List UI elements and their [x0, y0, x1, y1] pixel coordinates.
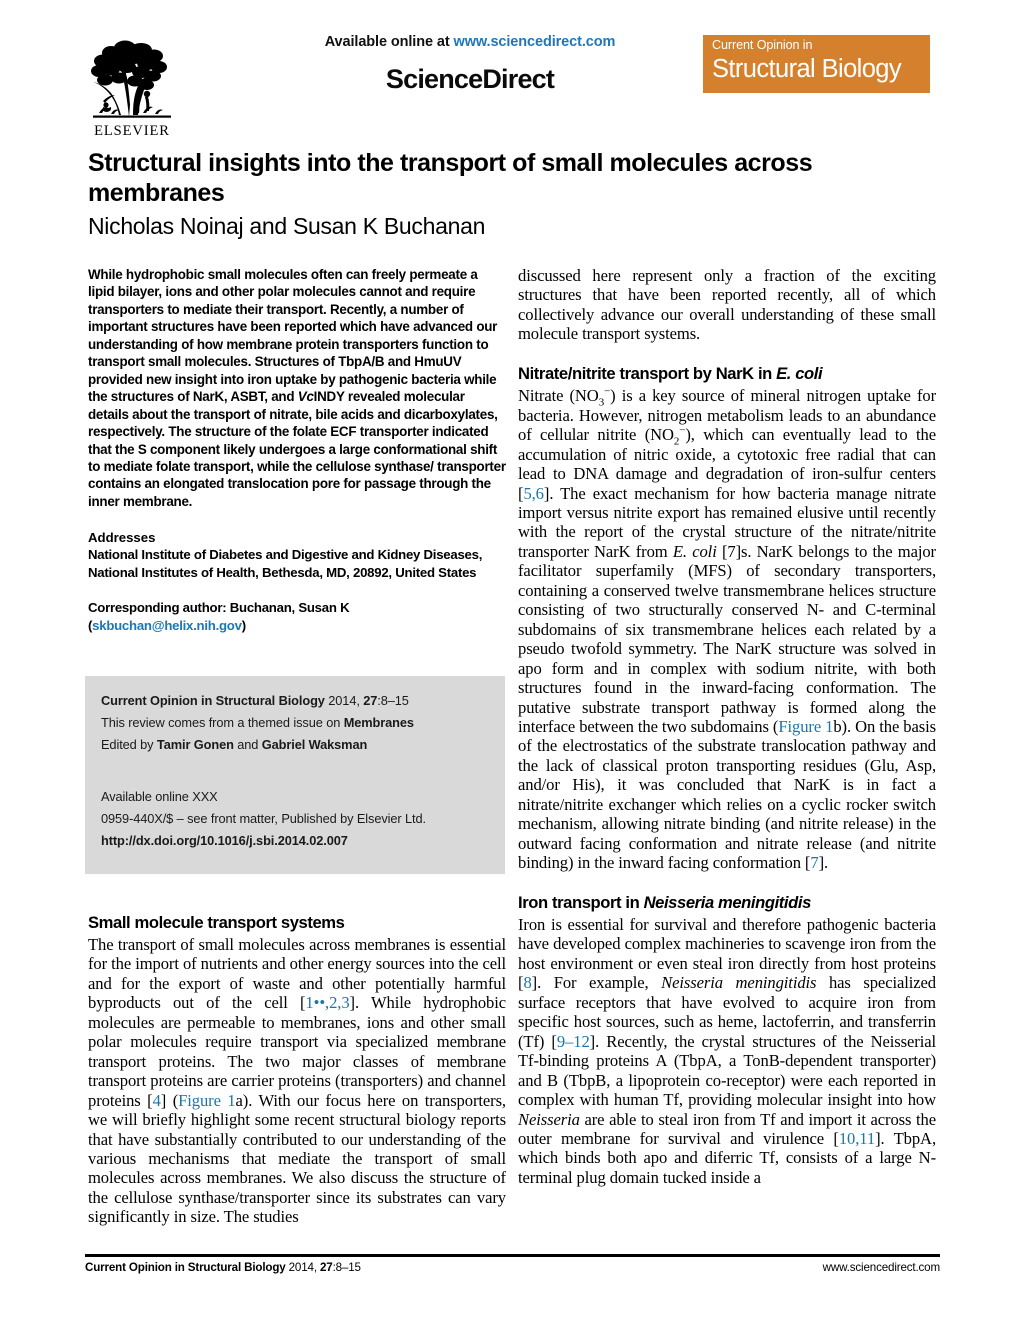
nark-italic-ecoli: E. coli	[672, 541, 717, 561]
footer-pages: :8–15	[332, 1261, 361, 1274]
article-authors: Nicholas Noinaj and Susan K Buchanan	[88, 213, 486, 239]
figure-ref-1b[interactable]: Figure 1	[778, 717, 833, 736]
citation-ref-8[interactable]: 8	[523, 973, 531, 992]
available-online-line: Available online at www.sciencedirect.co…	[260, 34, 680, 50]
footer-year: 2014,	[285, 1261, 320, 1274]
info-themed-prefix: This review comes from a themed issue on	[101, 715, 344, 730]
citation-ref-9-12[interactable]: 9–12	[557, 1032, 590, 1051]
info-citation-pages: :8–15	[377, 693, 409, 708]
info-editor-one: Tamir Gonen	[156, 737, 234, 752]
nark-g: ].	[818, 853, 829, 873]
left-column: While hydrophobic small molecules often …	[88, 266, 506, 634]
elsevier-wordmark: ELSEVIER	[94, 122, 170, 139]
info-editors: Edited by Tamir Gonen and Gabriel Waksma…	[101, 734, 489, 756]
corresponding-author: Corresponding author: Buchanan, Susan K …	[88, 599, 506, 634]
corresponding-email-link[interactable]: skbuchan@helix.nih.gov	[92, 618, 242, 633]
nark-a: Nitrate (NO	[518, 386, 599, 406]
paragraph-iron: Iron is essential for survival and there…	[518, 915, 936, 1187]
footer-citation: Current Opinion in Structural Biology 20…	[85, 1261, 361, 1274]
figure-ref-1a[interactable]: Figure 1	[178, 1091, 236, 1110]
iron-b: ]. For example,	[531, 973, 662, 993]
section-heading-small-molecule: Small molecule transport systems	[88, 913, 345, 932]
nark-heading-plain: Nitrate/nitrite transport by NarK in	[518, 364, 777, 384]
abstract: While hydrophobic small molecules often …	[88, 266, 506, 510]
abstract-part-1: While hydrophobic small molecules often …	[88, 267, 498, 405]
section-heading-nark: Nitrate/nitrite transport by NarK in E. …	[518, 363, 936, 384]
available-online-prefix: Available online at	[324, 34, 454, 50]
iron-heading-plain: Iron transport in	[518, 893, 644, 913]
sm-part-d: a). With our focus here on transporters,…	[88, 1090, 506, 1227]
paragraph-nark: Nitrate (NO3−) is a key source of minera…	[518, 386, 936, 872]
info-front-matter: 0959-440X/$ – see front matter, Publishe…	[101, 811, 426, 826]
left-column-lower: Small molecule transport systems The tra…	[88, 912, 506, 1227]
corresponding-suffix: )	[241, 617, 246, 633]
info-available-online: Available online XXX	[101, 789, 218, 804]
addresses-heading: Addresses	[88, 530, 156, 546]
citation-ref-4[interactable]: 4	[153, 1091, 161, 1110]
nark-f: b). On the basis of the electrostatics o…	[518, 716, 936, 873]
info-gap	[101, 756, 489, 786]
sciencedirect-wordmark: ScienceDirect	[385, 64, 555, 94]
nark-e: [7]s. NarK belongs to the major facilita…	[518, 541, 936, 736]
address-line-1: National Institute of Diabetes and Diges…	[88, 547, 483, 563]
journal-badge: Current Opinion in Structural Biology	[703, 35, 930, 93]
info-edited-conj: and	[233, 737, 262, 752]
iron-italic-neisseria: Neisseria	[518, 1109, 580, 1129]
addresses-body: National Institute of Diabetes and Diges…	[88, 546, 506, 581]
sciencedirect-block: Available online at www.sciencedirect.co…	[260, 34, 680, 95]
section-heading-iron: Iron transport in Neisseria meningitidis	[518, 892, 936, 913]
sm-part-c: ] (	[160, 1090, 179, 1110]
document-page: ELSEVIER Available online at www.science…	[0, 0, 1020, 1323]
footer-volume: 27	[319, 1261, 333, 1274]
footer-journal-name: Current Opinion in Structural Biology	[85, 1261, 286, 1274]
info-citation-journal: Current Opinion in Structural Biology	[101, 693, 325, 708]
citation-ref-1[interactable]: 1••,2,3	[305, 993, 349, 1012]
citation-ref-7[interactable]: 7	[810, 853, 818, 872]
right-column: discussed here represent only a fraction…	[518, 266, 936, 1187]
paragraph-small-molecule: The transport of small molecules across …	[88, 935, 506, 1227]
elsevier-tree-icon	[91, 40, 171, 118]
footer-website[interactable]: www.sciencedirect.com	[823, 1261, 940, 1274]
elsevier-logo: ELSEVIER	[80, 28, 184, 138]
nark-heading-italic: E. coli	[776, 364, 823, 384]
info-doi-link[interactable]: http://dx.doi.org/10.1016/j.sbi.2014.02.…	[101, 830, 489, 852]
paragraph-spacer-2	[518, 873, 936, 892]
paragraph-spacer-1	[518, 344, 936, 363]
info-citation-year: 2014,	[324, 693, 364, 708]
info-citation-volume: 27	[363, 693, 378, 708]
page-footer: Current Opinion in Structural Biology 20…	[85, 1261, 940, 1274]
info-citation: Current Opinion in Structural Biology 20…	[101, 690, 489, 712]
paragraph-continuation: discussed here represent only a fraction…	[518, 266, 936, 344]
citation-ref-10-11[interactable]: 10,11	[839, 1129, 875, 1148]
journal-badge-top: Current Opinion in	[712, 38, 813, 52]
info-editor-two: Gabriel Waksman	[261, 737, 368, 752]
masthead: ELSEVIER Available online at www.science…	[80, 22, 940, 140]
journal-badge-main: Structural Biology	[712, 55, 902, 83]
info-themed-issue: This review comes from a themed issue on…	[101, 712, 489, 734]
info-themed-topic: Membranes	[343, 715, 414, 730]
info-edited-prefix: Edited by	[101, 737, 157, 752]
footer-divider	[85, 1254, 940, 1257]
iron-italic-neisseria-meningitidis: Neisseria meningitidis	[661, 973, 817, 993]
journal-info-box: Current Opinion in Structural Biology 20…	[85, 676, 505, 874]
page-title: Structural insights into the transport o…	[88, 149, 813, 207]
sciencedirect-url[interactable]: www.sciencedirect.com	[454, 34, 616, 50]
citation-ref-5-6[interactable]: 5,6	[523, 484, 544, 503]
title-block: Structural insights into the transport o…	[88, 148, 928, 241]
abstract-italic-vc: Vc	[297, 389, 314, 405]
iron-heading-italic: Neisseria meningitidis	[643, 893, 812, 913]
abstract-part-2: INDY revealed molecular details about th…	[88, 389, 506, 509]
address-line-2: National Institutes of Health, Bethesda,…	[88, 564, 477, 580]
